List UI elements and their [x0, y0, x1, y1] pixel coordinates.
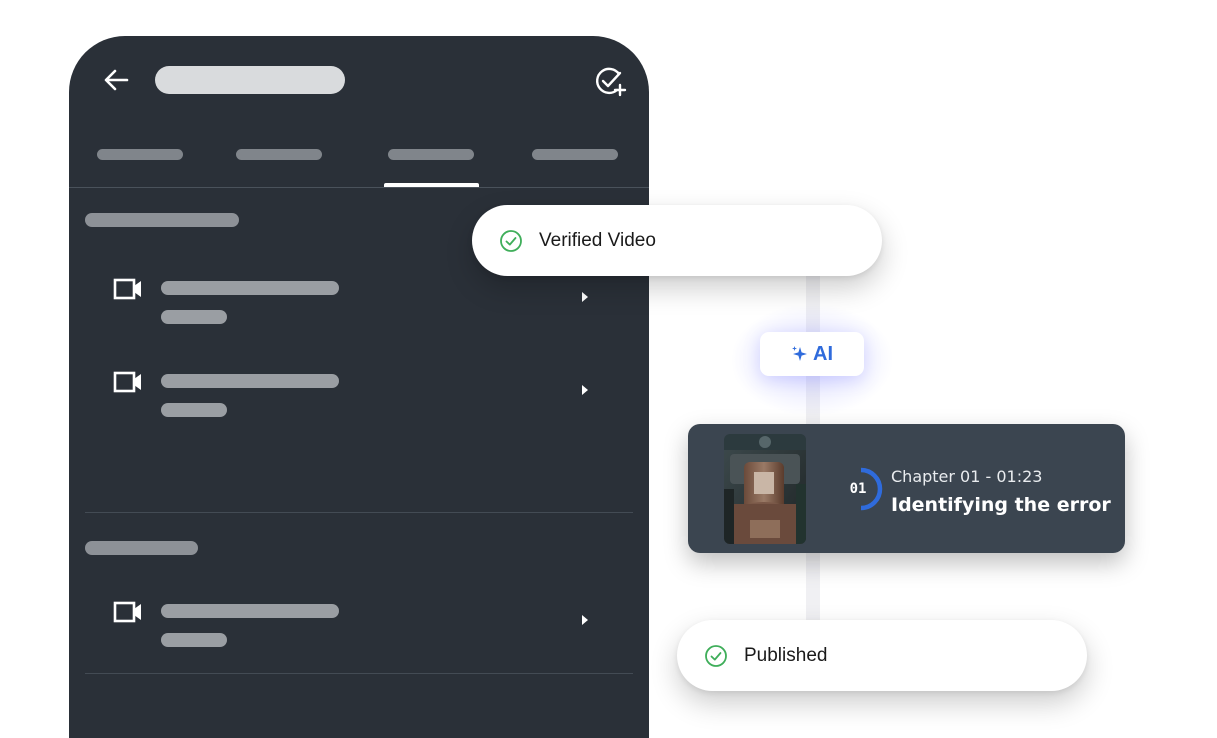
section-heading-placeholder: [85, 213, 239, 227]
chevron-right-icon: [582, 292, 588, 302]
list-item[interactable]: [69, 371, 649, 431]
chevron-right-icon: [582, 385, 588, 395]
tab-2-placeholder[interactable]: [236, 149, 322, 160]
tab-1-placeholder[interactable]: [97, 149, 183, 160]
item-title-placeholder: [161, 374, 339, 388]
section-heading-placeholder: [85, 541, 198, 555]
chevron-right-icon: [582, 615, 588, 625]
list-item[interactable]: [69, 601, 649, 661]
tab-4-placeholder[interactable]: [532, 149, 618, 160]
chapter-title: Identifying the error: [891, 494, 1111, 516]
item-title-placeholder: [161, 604, 339, 618]
status-label: Verified Video: [539, 229, 656, 251]
chapter-meta: Chapter 01 - 01:23: [891, 467, 1043, 486]
list-item[interactable]: [69, 278, 649, 338]
ai-label: AI: [813, 342, 833, 365]
item-subtitle-placeholder: [161, 403, 227, 417]
tabs-divider: [69, 187, 649, 188]
video-camera-icon: [113, 278, 141, 300]
status-label: Published: [744, 644, 828, 666]
published-status: Published: [677, 620, 1087, 691]
verified-video-status: Verified Video: [472, 205, 882, 276]
chapter-number: 01: [849, 481, 867, 497]
page-title-placeholder: [155, 66, 345, 94]
item-subtitle-placeholder: [161, 310, 227, 324]
ai-badge: AI: [760, 332, 864, 376]
back-arrow-icon[interactable]: [101, 66, 131, 94]
section-divider: [85, 673, 633, 674]
verify-add-icon[interactable]: [593, 64, 627, 98]
video-thumbnail: [724, 434, 806, 544]
check-circle-icon: [500, 229, 522, 252]
video-camera-icon: [113, 371, 141, 393]
video-camera-icon: [113, 601, 141, 623]
tab-3-placeholder[interactable]: [388, 149, 474, 160]
sparkle-icon: [792, 346, 807, 361]
phone-app-mockup: [69, 36, 649, 738]
check-circle-icon: [705, 644, 727, 667]
chapter-card[interactable]: 01 Chapter 01 - 01:23 Identifying the er…: [688, 424, 1125, 553]
item-subtitle-placeholder: [161, 633, 227, 647]
section-divider: [85, 512, 633, 513]
item-title-placeholder: [161, 281, 339, 295]
